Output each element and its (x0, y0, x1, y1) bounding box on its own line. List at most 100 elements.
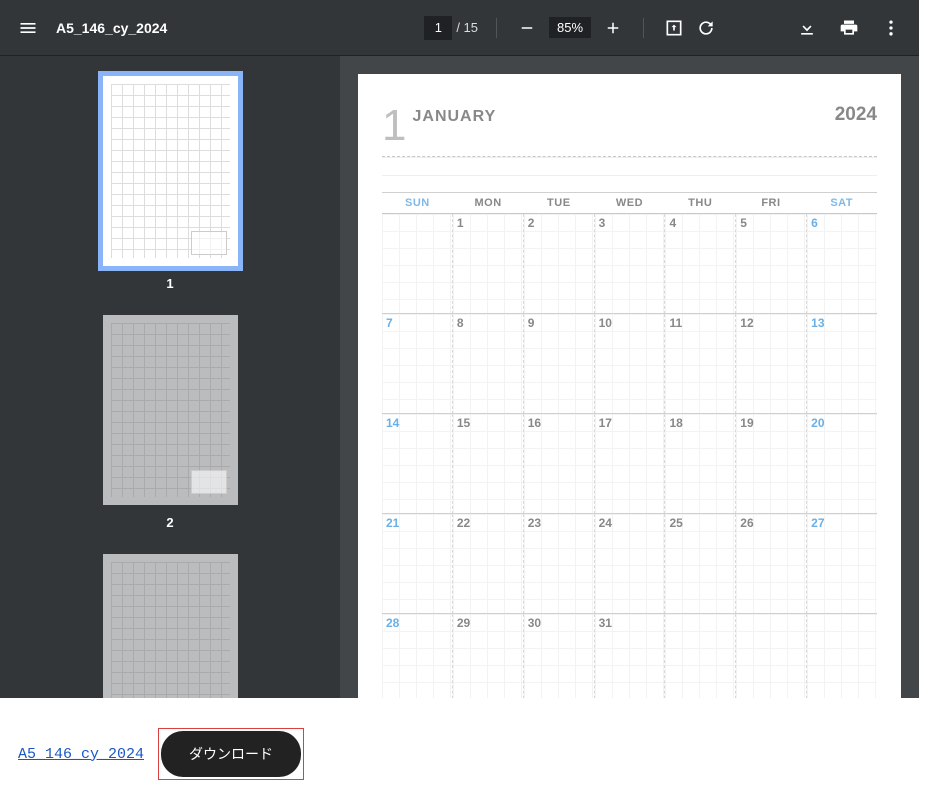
rotate-icon[interactable] (694, 16, 718, 40)
day-number: 12 (740, 316, 753, 330)
thumbnail-panel[interactable]: 12 (0, 56, 340, 698)
day-cell: 6 (807, 214, 877, 314)
day-number: 31 (599, 616, 612, 630)
day-cell: 17 (595, 414, 666, 514)
day-number: 9 (528, 316, 535, 330)
day-cell: 5 (736, 214, 807, 314)
zoom-value: 85% (549, 17, 591, 38)
download-button[interactable]: ダウンロード (161, 731, 301, 777)
week-row: 14151617181920 (382, 414, 877, 514)
thumbnail[interactable]: 2 (0, 315, 340, 530)
day-cell: 29 (453, 614, 524, 698)
month-name: JANUARY (412, 108, 496, 126)
day-cell: 26 (736, 514, 807, 614)
day-cell (736, 614, 807, 698)
viewer-body: 12 1 JANUARY 2024 SUNMONTUEWEDTHUFRISAT1… (0, 56, 919, 698)
spacer (382, 157, 877, 193)
file-link[interactable]: A5_146_cy_2024 (18, 746, 144, 763)
day-number: 7 (386, 316, 393, 330)
day-cell: 15 (453, 414, 524, 514)
month-number: 1 (382, 104, 406, 148)
thumbnail-page (103, 76, 238, 266)
day-number: 18 (669, 416, 682, 430)
day-number: 1 (457, 216, 464, 230)
pdf-page: 1 JANUARY 2024 SUNMONTUEWEDTHUFRISAT1234… (358, 74, 901, 698)
dow-label: MON (453, 193, 524, 213)
day-number: 24 (599, 516, 612, 530)
pdf-viewer: A5_146_cy_2024 / 15 85% 12 1 JANUA (0, 0, 919, 698)
day-cell: 13 (807, 314, 877, 414)
day-number: 30 (528, 616, 541, 630)
day-number: 28 (386, 616, 399, 630)
day-cell (807, 614, 877, 698)
day-number: 3 (599, 216, 606, 230)
day-cell: 9 (524, 314, 595, 414)
week-row: 123456 (382, 214, 877, 314)
thumbnail-label: 2 (166, 515, 173, 530)
day-number: 23 (528, 516, 541, 530)
day-number: 15 (457, 416, 470, 430)
thumbnail-page (103, 315, 238, 505)
day-cell: 28 (382, 614, 453, 698)
dow-label: THU (665, 193, 736, 213)
page-footer: A5_146_cy_2024 ダウンロード (0, 698, 938, 810)
year: 2024 (835, 104, 877, 126)
day-number: 20 (811, 416, 824, 430)
day-cell: 3 (595, 214, 666, 314)
toolbar: A5_146_cy_2024 / 15 85% (0, 0, 919, 56)
day-number: 5 (740, 216, 747, 230)
day-number: 6 (811, 216, 818, 230)
thumbnail[interactable]: 1 (0, 76, 340, 291)
day-number: 4 (669, 216, 676, 230)
day-cell: 31 (595, 614, 666, 698)
thumbnail-label: 1 (166, 276, 173, 291)
day-cell: 24 (595, 514, 666, 614)
menu-icon[interactable] (16, 16, 40, 40)
print-icon[interactable] (837, 16, 861, 40)
day-cell: 7 (382, 314, 453, 414)
zoom-controls: 85% (515, 16, 625, 40)
calendar-header: 1 JANUARY 2024 (382, 104, 877, 157)
day-number: 16 (528, 416, 541, 430)
day-cell: 25 (665, 514, 736, 614)
day-number: 11 (669, 316, 682, 330)
calendar-grid: SUNMONTUEWEDTHUFRISAT1234567891011121314… (382, 193, 877, 698)
day-number: 22 (457, 516, 470, 530)
day-number: 14 (386, 416, 399, 430)
day-cell: 30 (524, 614, 595, 698)
day-cell: 18 (665, 414, 736, 514)
week-row: 7 8 9 10 11 12 13 (382, 314, 877, 414)
day-number: 27 (811, 516, 824, 530)
day-cell: 21 (382, 514, 453, 614)
day-cell: 2 (524, 214, 595, 314)
day-number: 10 (599, 316, 612, 330)
divider (496, 18, 497, 38)
dow-label: SAT (806, 193, 877, 213)
dow-label: TUE (523, 193, 594, 213)
zoom-out-icon[interactable] (515, 16, 539, 40)
more-icon[interactable] (879, 16, 903, 40)
day-cell (382, 214, 453, 314)
dow-label: WED (594, 193, 665, 213)
day-cell (665, 614, 736, 698)
zoom-in-icon[interactable] (601, 16, 625, 40)
day-number: 25 (669, 516, 682, 530)
page-input[interactable] (424, 16, 452, 40)
download-icon[interactable] (795, 16, 819, 40)
fit-page-icon[interactable] (662, 16, 686, 40)
doc-title: A5_146_cy_2024 (56, 20, 167, 36)
week-row: 28 29 30 31 (382, 614, 877, 698)
day-cell: 14 (382, 414, 453, 514)
day-cell: 8 (453, 314, 524, 414)
thumbnail-page (103, 554, 238, 698)
day-cell: 23 (524, 514, 595, 614)
day-cell: 27 (807, 514, 877, 614)
day-cell: 1 (453, 214, 524, 314)
download-highlight: ダウンロード (158, 728, 304, 780)
day-number: 13 (811, 316, 824, 330)
main-view[interactable]: 1 JANUARY 2024 SUNMONTUEWEDTHUFRISAT1234… (340, 56, 919, 698)
thumbnail[interactable] (0, 554, 340, 698)
day-number: 21 (386, 516, 399, 530)
day-cell: 11 (665, 314, 736, 414)
day-number: 8 (457, 316, 464, 330)
